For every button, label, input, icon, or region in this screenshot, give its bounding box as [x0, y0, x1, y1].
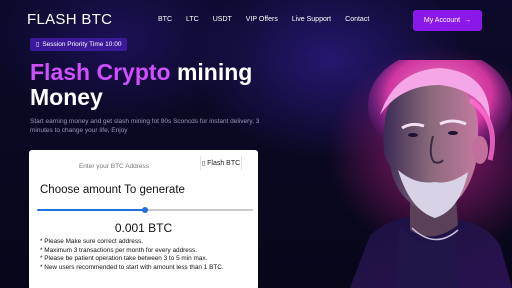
nav-ltc[interactable]: LTC: [186, 16, 199, 23]
nav-vip-offers[interactable]: VIP Offers: [246, 16, 278, 23]
note-item: * Please be patient operation take betwe…: [40, 255, 208, 263]
hero-title-rest: mining: [170, 59, 253, 85]
info-icon: ▯: [36, 42, 40, 48]
btc-address-input[interactable]: [29, 150, 199, 176]
generator-card: ▯ Flash BTC Choose amount To generate 0.…: [29, 150, 258, 288]
asset-tab-label: Flash BTC: [207, 159, 241, 167]
nav-contact[interactable]: Contact: [345, 16, 369, 23]
hero-description: Start earning money and get slash mining…: [30, 118, 260, 134]
note-item: * Please Make sure correct address.: [40, 238, 144, 245]
hero-title-line-2: Money: [30, 84, 103, 110]
asset-tab-flash-btc[interactable]: ▯ Flash BTC: [200, 156, 242, 170]
brand-logo[interactable]: FLASH BTC: [27, 11, 112, 28]
slider-thumb[interactable]: [142, 207, 148, 213]
session-priority-badge: ▯ Session Priority Time 10:00: [30, 38, 128, 51]
nav-btc[interactable]: BTC: [158, 16, 172, 23]
notes-list: * Please Make sure correct address. * Ma…: [40, 238, 224, 272]
note-item: * New users recommended to start with am…: [40, 263, 224, 271]
my-account-button[interactable]: My Account →: [413, 10, 482, 31]
hero-portrait-image: [350, 60, 512, 288]
my-account-label: My Account: [423, 17, 461, 24]
hero-title-accent: Flash Crypto: [30, 59, 171, 85]
session-priority-text: Session Priority Time 10:00: [42, 41, 122, 48]
amount-value: 0.001 BTC: [114, 221, 173, 235]
note-item: * Maximum 3 transactions per month for e…: [40, 246, 197, 254]
arrow-right-icon: →: [464, 17, 472, 24]
hero-title-line-1: Flash Crypto mining: [30, 60, 252, 85]
nav-usdt[interactable]: USDT: [213, 16, 232, 23]
choose-amount-heading: Choose amount To generate: [40, 184, 185, 196]
slider-fill: [37, 209, 145, 211]
amount-slider[interactable]: [37, 207, 253, 213]
bitcoin-icon: ▯: [201, 160, 206, 167]
main-nav: BTC LTC USDT VIP Offers Live Support Con…: [158, 16, 383, 23]
nav-live-support[interactable]: Live Support: [292, 16, 331, 23]
